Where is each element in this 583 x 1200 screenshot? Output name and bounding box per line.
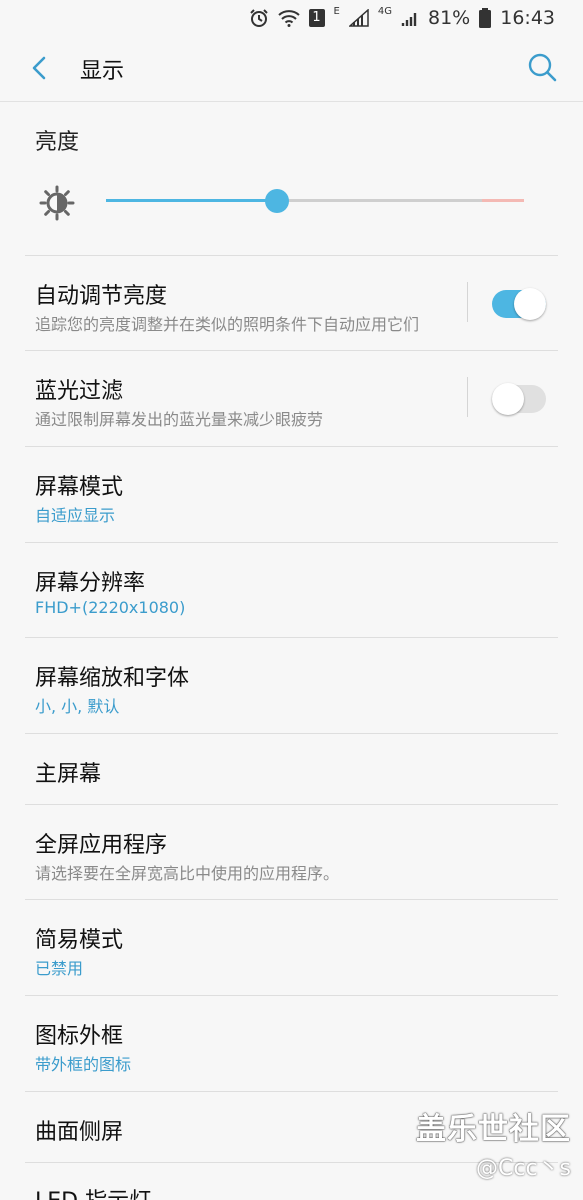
setting-value: 小, 小, 默认 [35,697,120,716]
toggle-knob [514,288,546,320]
slider-warning-zone [482,199,524,202]
setting-easy-mode[interactable]: 简易模式 已禁用 [0,900,583,995]
setting-full-screen-apps[interactable]: 全屏应用程序 请选择要在全屏宽高比中使用的应用程序。 [0,805,583,899]
setting-screen-zoom-font[interactable]: 屏幕缩放和字体 小, 小, 默认 [0,638,583,733]
brightness-icon [39,185,75,221]
back-arrow-icon[interactable] [24,52,56,84]
setting-screen-resolution[interactable]: 屏幕分辨率 FHD+(2220x1080) [0,543,583,637]
setting-title: 主屏幕 [35,762,102,787]
vertical-separator [467,282,468,322]
setting-subtitle: 追踪您的亮度调整并在类似的照明条件下自动应用它们 [35,315,420,334]
setting-subtitle: 请选择要在全屏宽高比中使用的应用程序。 [35,864,340,883]
battery-percent: 81% [428,7,471,29]
app-bar: 显示 [0,36,583,102]
setting-screen-mode[interactable]: 屏幕模式 自适应显示 [0,447,583,542]
sim-badge: 1 [308,9,325,27]
setting-value: 带外框的图标 [35,1055,132,1074]
page-title: 显示 [80,59,125,84]
network-4g-label: 4G [377,6,392,17]
setting-title: 全屏应用程序 [35,833,168,858]
setting-blue-light-filter[interactable]: 蓝光过滤 通过限制屏幕发出的蓝光量来减少眼疲劳 [0,351,583,446]
watermark-site: 盖乐世社区 [416,1112,571,1147]
signal-icon-2 [401,13,417,26]
slider-thumb[interactable] [265,189,289,213]
setting-value: 已禁用 [35,959,84,978]
setting-title: 屏幕模式 [35,475,124,500]
search-icon[interactable] [527,52,557,82]
signal-icon [348,9,369,27]
wifi-icon [277,10,300,27]
toggle-knob [492,383,524,415]
setting-value: FHD+(2220x1080) [35,598,186,617]
alarm-icon [249,9,268,27]
setting-home-screen[interactable]: 主屏幕 [0,734,583,804]
setting-title: 蓝光过滤 [35,379,124,404]
network-e-label: E [333,6,340,17]
brightness-title: 亮度 [35,130,80,155]
setting-title: 简易模式 [35,928,124,953]
auto-brightness-toggle[interactable] [492,288,546,320]
vertical-separator [467,377,468,417]
setting-title: 图标外框 [35,1024,124,1049]
setting-title: 曲面侧屏 [35,1120,124,1145]
blue-light-filter-toggle[interactable] [492,383,546,415]
battery-icon [479,8,492,28]
setting-title: 屏幕缩放和字体 [35,666,190,691]
setting-auto-brightness[interactable]: 自动调节亮度 追踪您的亮度调整并在类似的照明条件下自动应用它们 [0,256,583,350]
setting-value: 自适应显示 [35,506,116,525]
setting-title: 屏幕分辨率 [35,571,146,596]
status-bar: 1 E 4G 81% 16:43 [0,0,583,36]
setting-title: LED 指示灯 [35,1183,151,1200]
setting-icon-frames[interactable]: 图标外框 带外框的图标 [0,996,583,1091]
clock: 16:43 [500,7,555,29]
watermark-user: @Ccc丶s [475,1156,571,1181]
setting-title: 自动调节亮度 [35,284,168,309]
setting-subtitle: 通过限制屏幕发出的蓝光量来减少眼疲劳 [35,410,324,429]
brightness-slider[interactable] [106,186,524,216]
slider-fill [106,199,277,202]
